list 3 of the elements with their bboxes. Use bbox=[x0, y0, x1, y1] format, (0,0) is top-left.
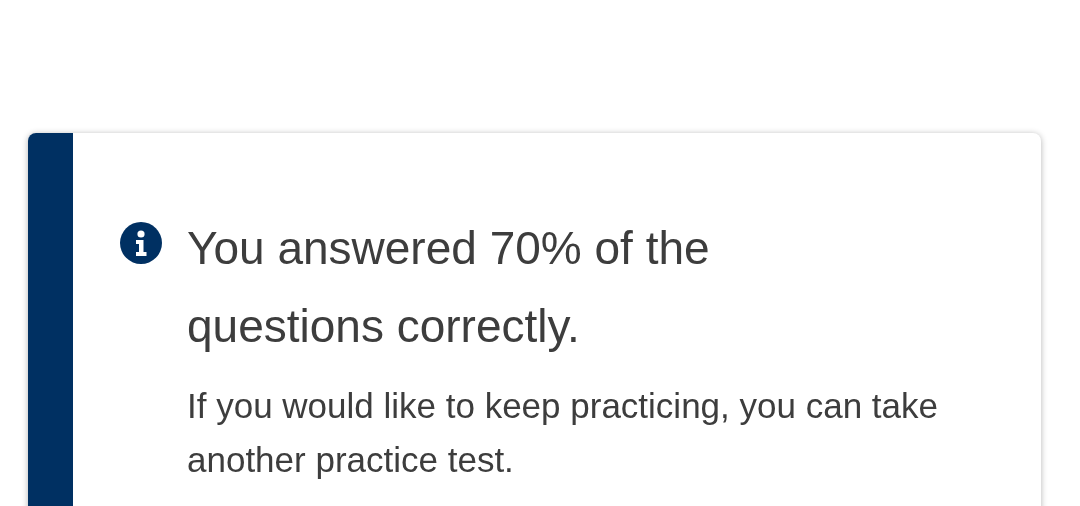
alert-title: You answered 70% of the questions correctly. bbox=[187, 221, 711, 354]
info-icon bbox=[120, 222, 162, 264]
alert-message: If you would like to keep practicing, you can take another practice test. bbox=[187, 385, 939, 481]
